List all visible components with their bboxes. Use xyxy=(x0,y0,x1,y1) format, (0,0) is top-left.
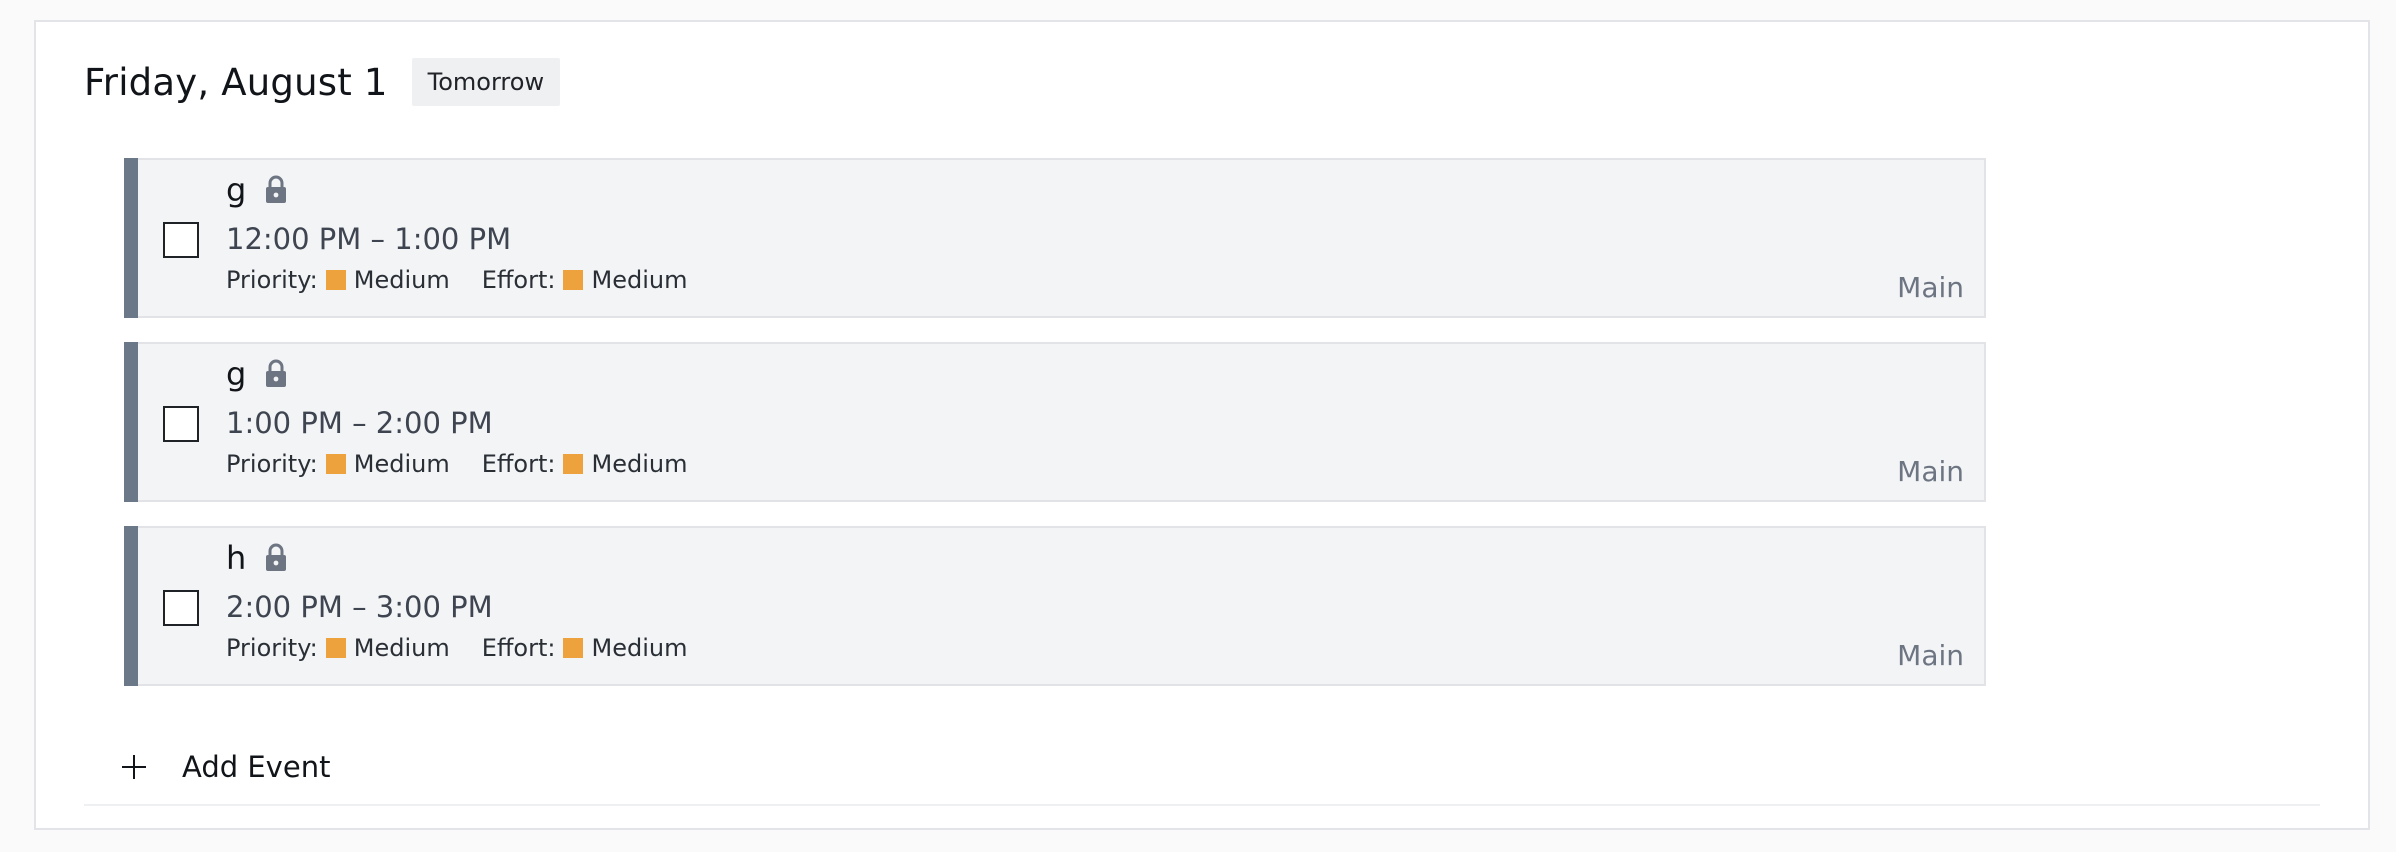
priority-value: Medium xyxy=(353,266,450,294)
event-time-range: 1:00 PM – 2:00 PM xyxy=(226,406,493,440)
effort-value: Medium xyxy=(591,266,688,294)
add-event-button[interactable]: Add Event xyxy=(84,730,2320,806)
event-meta: Priority: Medium Effort: Medium xyxy=(226,450,687,478)
event-color-bar xyxy=(124,158,138,318)
effort-color-swatch xyxy=(563,270,584,290)
event-complete-checkbox[interactable] xyxy=(163,590,199,626)
event-card[interactable]: g 1:00 PM – 2:00 PM Priority: Medium Eff… xyxy=(124,342,1986,502)
event-meta: Priority: Medium Effort: Medium xyxy=(226,266,687,294)
priority-value: Medium xyxy=(353,634,450,662)
effort-value: Medium xyxy=(591,634,688,662)
lock-icon xyxy=(264,359,288,389)
priority-color-swatch xyxy=(325,270,346,290)
priority-color-swatch xyxy=(325,454,346,474)
event-color-bar xyxy=(124,526,138,686)
add-event-label: Add Event xyxy=(182,750,331,784)
event-color-bar xyxy=(124,342,138,502)
event-title-row: g xyxy=(226,172,288,208)
priority-label: Priority: xyxy=(226,450,318,478)
day-header: Friday, August 1 Tomorrow xyxy=(84,58,561,106)
event-calendar-name: Main xyxy=(1897,639,1964,672)
event-title: h xyxy=(226,539,247,577)
lock-icon xyxy=(264,543,288,573)
effort-value: Medium xyxy=(591,450,688,478)
priority-value: Medium xyxy=(353,450,450,478)
priority-label: Priority: xyxy=(226,266,318,294)
effort-field: Effort: Medium xyxy=(482,266,688,294)
event-time-range: 12:00 PM – 1:00 PM xyxy=(226,222,512,256)
event-time-range: 2:00 PM – 3:00 PM xyxy=(226,590,493,624)
effort-label: Effort: xyxy=(481,450,556,478)
event-complete-checkbox[interactable] xyxy=(163,406,199,442)
plus-icon xyxy=(122,755,146,779)
event-title-row: g xyxy=(226,356,288,392)
event-title: g xyxy=(226,355,247,393)
effort-color-swatch xyxy=(563,454,584,474)
event-card[interactable]: h 2:00 PM – 3:00 PM Priority: Medium Eff… xyxy=(124,526,1986,686)
event-calendar-name: Main xyxy=(1897,455,1964,488)
day-panel: Friday, August 1 Tomorrow g 12:00 PM – 1… xyxy=(34,20,2370,830)
effort-field: Effort: Medium xyxy=(482,450,688,478)
effort-field: Effort: Medium xyxy=(482,634,688,662)
priority-field: Priority: Medium xyxy=(226,266,450,294)
event-meta: Priority: Medium Effort: Medium xyxy=(226,634,687,662)
priority-field: Priority: Medium xyxy=(226,450,450,478)
priority-label: Priority: xyxy=(226,634,318,662)
priority-color-swatch xyxy=(325,638,346,658)
event-list: g 12:00 PM – 1:00 PM Priority: Medium Ef… xyxy=(124,158,1986,710)
day-relative-badge: Tomorrow xyxy=(411,58,561,106)
event-card[interactable]: g 12:00 PM – 1:00 PM Priority: Medium Ef… xyxy=(124,158,1986,318)
day-title: Friday, August 1 xyxy=(84,60,388,104)
priority-field: Priority: Medium xyxy=(226,634,450,662)
effort-label: Effort: xyxy=(481,634,556,662)
event-complete-checkbox[interactable] xyxy=(163,222,199,258)
effort-color-swatch xyxy=(563,638,584,658)
event-title: g xyxy=(226,171,247,209)
event-calendar-name: Main xyxy=(1897,271,1964,304)
effort-label: Effort: xyxy=(481,266,556,294)
lock-icon xyxy=(264,175,288,205)
event-title-row: h xyxy=(226,540,288,576)
